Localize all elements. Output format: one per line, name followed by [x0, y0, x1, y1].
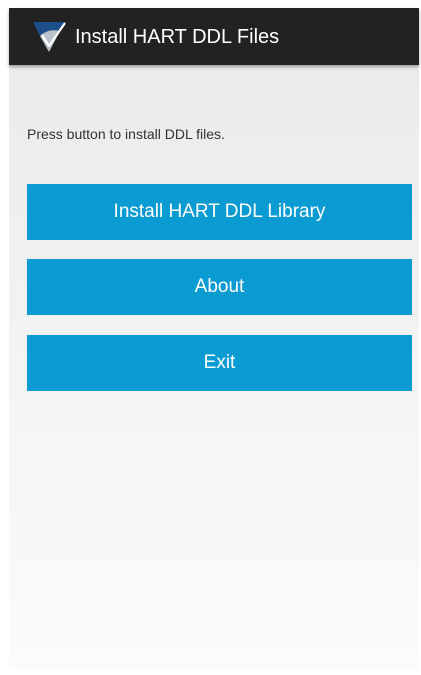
instruction-text: Press button to install DDL files. — [27, 126, 225, 142]
about-button[interactable]: About — [27, 259, 412, 315]
exit-button[interactable]: Exit — [27, 335, 412, 391]
app-title: Install HART DDL Files — [75, 26, 280, 48]
shield-check-icon[interactable] — [32, 20, 68, 54]
install-library-button[interactable]: Install HART DDL Library — [27, 184, 412, 240]
action-bar: Install HART DDL Files — [9, 8, 419, 65]
app-screen: Install HART DDL Files Press button to i… — [9, 8, 419, 669]
